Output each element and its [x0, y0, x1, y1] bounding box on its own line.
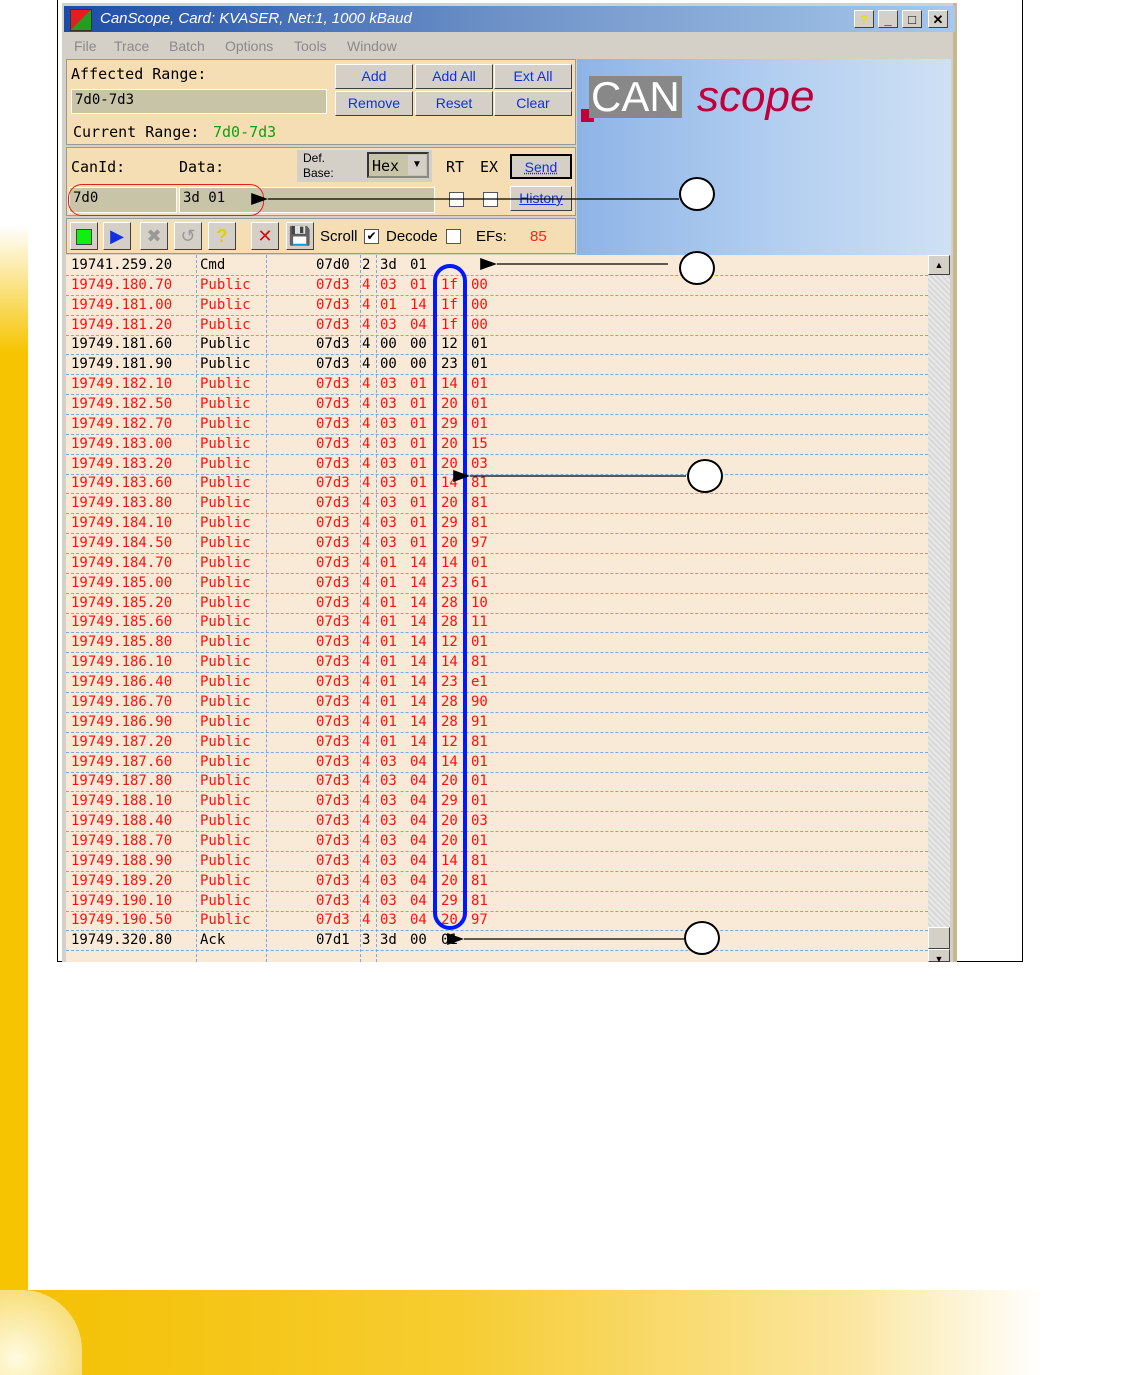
callout-circle-1 [679, 177, 715, 211]
callout-circle-3 [687, 459, 723, 493]
annotation-arrows [251, 193, 686, 945]
decorative-bottom-band [0, 1290, 1134, 1375]
callout-circle-2 [679, 251, 715, 285]
callout-circle-4 [684, 921, 720, 955]
